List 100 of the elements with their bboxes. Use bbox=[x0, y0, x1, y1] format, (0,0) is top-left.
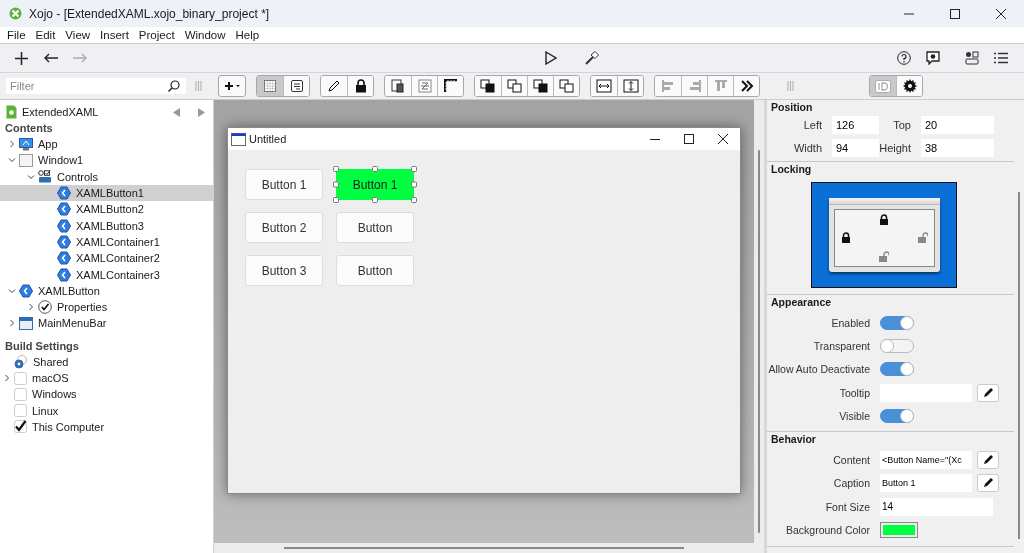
text-field[interactable]: 14 bbox=[880, 497, 993, 516]
back-arrow-icon bbox=[43, 53, 58, 63]
form-button[interactable]: Button 1 bbox=[245, 169, 323, 200]
scrollbar[interactable] bbox=[758, 150, 760, 533]
tree-item[interactable]: Properties bbox=[0, 298, 213, 316]
form-button[interactable]: Button bbox=[336, 212, 414, 243]
property-label: Tooltip bbox=[838, 386, 871, 399]
number-field[interactable]: 94 bbox=[832, 139, 879, 157]
filter-field[interactable]: Filter bbox=[6, 78, 186, 94]
tree-item[interactable]: Window1 bbox=[0, 152, 213, 169]
toggle-switch[interactable] bbox=[880, 338, 914, 353]
edit-button[interactable] bbox=[977, 451, 999, 470]
property-label: Transparent bbox=[812, 339, 871, 352]
field-label: Left bbox=[802, 119, 823, 131]
build-target[interactable]: macOS bbox=[0, 369, 213, 387]
number-field[interactable]: 20 bbox=[921, 116, 994, 134]
menu-item[interactable]: Project bbox=[133, 29, 180, 41]
menu-item[interactable]: Edit bbox=[30, 29, 61, 41]
tree-item[interactable]: XAMLButton3 bbox=[0, 217, 213, 234]
form-button[interactable]: Button 3 bbox=[245, 255, 323, 286]
window-title: Xojo - [ExtendedXAML.xojo_binary_project *] bbox=[29, 6, 270, 21]
form-button[interactable]: Button 1 bbox=[336, 169, 414, 200]
menu-item[interactable]: Help bbox=[230, 29, 265, 41]
text-field[interactable]: <Button Name="(Xc bbox=[880, 451, 972, 470]
checkbox[interactable] bbox=[14, 420, 27, 434]
pencil-icon bbox=[982, 454, 994, 467]
pencil-icon bbox=[982, 477, 994, 490]
color-swatch[interactable] bbox=[880, 522, 918, 538]
toggle-switch[interactable] bbox=[880, 408, 914, 423]
align-left-icon bbox=[661, 79, 675, 93]
controls-icon bbox=[38, 170, 52, 184]
tree-item[interactable]: MainMenuBar bbox=[0, 315, 213, 332]
section-heading: Appearance bbox=[770, 295, 833, 310]
insert-button[interactable] bbox=[218, 75, 246, 97]
layers-icon bbox=[391, 79, 405, 93]
search-icon bbox=[168, 80, 180, 92]
guides-button[interactable] bbox=[437, 76, 463, 96]
project-name: ExtendedXAML bbox=[22, 106, 99, 118]
grip-handle-icon[interactable] bbox=[787, 81, 794, 91]
tree-item[interactable]: XAMLContainer1 bbox=[0, 233, 213, 251]
property-label: Background Color bbox=[784, 524, 871, 536]
property-label: Content bbox=[832, 454, 871, 467]
toggle-switch[interactable] bbox=[880, 362, 914, 377]
radio-button[interactable] bbox=[14, 354, 28, 369]
hexagon-icon bbox=[57, 251, 71, 266]
previous-icon[interactable] bbox=[173, 107, 181, 117]
lock-icon[interactable] bbox=[879, 213, 889, 225]
build-target[interactable]: Linux bbox=[0, 402, 213, 419]
scrollbar[interactable] bbox=[284, 547, 684, 549]
tree-item[interactable]: XAMLContainer3 bbox=[0, 266, 213, 283]
hexagon-icon bbox=[19, 283, 33, 298]
designer-window-title: Untitled bbox=[249, 133, 287, 145]
forward-arrow-icon bbox=[72, 53, 87, 63]
form-button[interactable]: Button bbox=[336, 255, 414, 286]
tree-item[interactable]: XAMLContainer2 bbox=[0, 250, 213, 267]
form-button[interactable]: Button 2 bbox=[245, 212, 323, 243]
attributes-tab[interactable] bbox=[896, 76, 922, 96]
tree-item[interactable]: XAMLButton bbox=[0, 282, 213, 299]
menu-item[interactable]: Insert bbox=[95, 29, 134, 41]
section-heading: Build Settings bbox=[4, 338, 80, 354]
monitor-icon bbox=[19, 137, 33, 151]
speech-bubble-icon bbox=[925, 51, 940, 65]
build-target[interactable]: This Computer bbox=[0, 418, 213, 436]
same-width-icon bbox=[596, 79, 612, 93]
build-target[interactable]: Windows bbox=[0, 386, 213, 403]
pencil-icon bbox=[327, 79, 341, 93]
form-view-button[interactable] bbox=[283, 76, 309, 96]
layout-view-button[interactable] bbox=[257, 76, 283, 96]
hexagon-icon bbox=[57, 186, 71, 201]
menu-item[interactable]: Window bbox=[179, 29, 231, 41]
number-field[interactable]: 38 bbox=[921, 139, 994, 157]
edit-button[interactable] bbox=[977, 474, 999, 493]
text-field[interactable]: Button 1 bbox=[880, 474, 972, 493]
project-file-icon bbox=[6, 105, 17, 119]
menu-item[interactable]: View bbox=[60, 29, 96, 41]
edit-button[interactable] bbox=[977, 383, 999, 402]
toggle-switch[interactable] bbox=[880, 315, 914, 330]
tree-item[interactable]: App bbox=[0, 136, 213, 153]
property-label: Visible bbox=[838, 409, 871, 422]
unlock-icon[interactable] bbox=[917, 232, 928, 244]
menu-item[interactable]: File bbox=[2, 29, 31, 41]
number-field[interactable]: 126 bbox=[832, 116, 879, 134]
next-icon[interactable] bbox=[197, 107, 205, 117]
unlock-icon[interactable] bbox=[879, 251, 889, 263]
field-label: Top bbox=[892, 119, 912, 131]
lock-icon[interactable] bbox=[840, 232, 851, 244]
lock-button[interactable] bbox=[347, 76, 373, 96]
checkmark-icon bbox=[38, 300, 52, 315]
locking-panel[interactable] bbox=[811, 182, 957, 288]
scrollbar[interactable] bbox=[1018, 192, 1020, 539]
same-height-button[interactable] bbox=[617, 76, 643, 96]
id-card-icon bbox=[875, 79, 891, 93]
hexagon-icon bbox=[57, 267, 71, 282]
more-button[interactable] bbox=[733, 76, 759, 96]
build-target[interactable]: Shared bbox=[0, 353, 213, 370]
hammer-icon bbox=[585, 51, 599, 65]
grip-handle-icon[interactable] bbox=[195, 81, 202, 91]
tree-item[interactable]: Controls bbox=[0, 168, 213, 185]
tree-item[interactable]: XAMLButton2 bbox=[0, 201, 213, 218]
tree-item[interactable]: XAMLButton1 bbox=[0, 184, 213, 202]
